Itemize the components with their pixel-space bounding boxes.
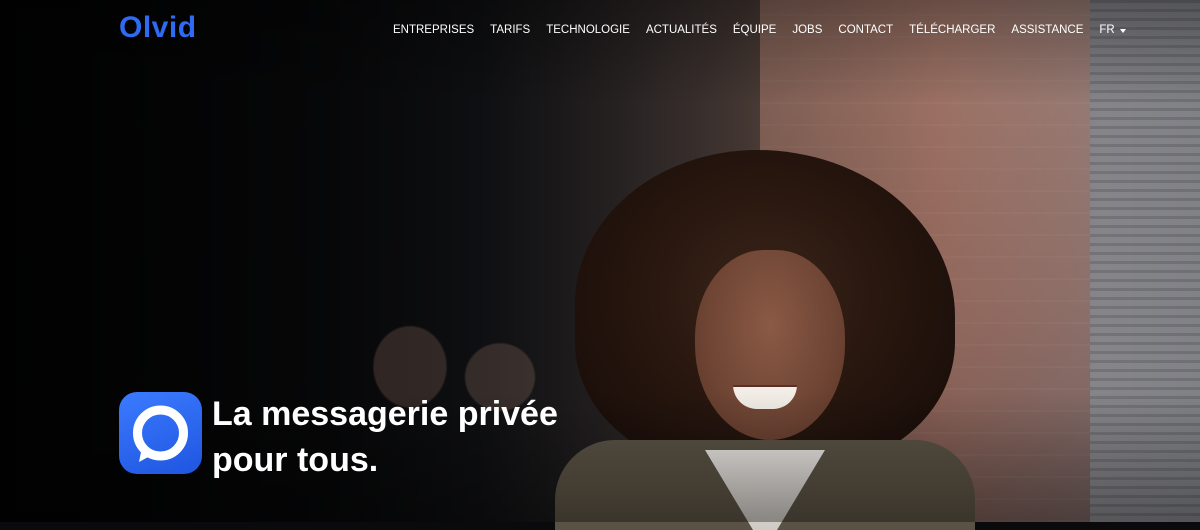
- olvid-app-icon: [119, 392, 202, 474]
- nav-contact[interactable]: CONTACT: [838, 24, 893, 36]
- hero-headline: La messagerie privée pour tous.: [212, 391, 558, 483]
- headline-line-2: pour tous.: [212, 441, 379, 479]
- nav-technologie[interactable]: TECHNOLOGIE: [546, 24, 630, 36]
- chevron-down-icon: [1119, 28, 1126, 33]
- nav-tarifs[interactable]: TARIFS: [490, 24, 530, 36]
- nav-jobs[interactable]: JOBS: [792, 24, 822, 36]
- main-nav: ENTREPRISES TARIFS TECHNOLOGIE ACTUALITÉ…: [393, 22, 1126, 38]
- language-label: FR: [1099, 24, 1115, 36]
- nav-entreprises[interactable]: ENTREPRISES: [393, 24, 474, 36]
- site-header: Olvid ENTREPRISES TARIFS TECHNOLOGIE ACT…: [0, 0, 1200, 60]
- nav-equipe[interactable]: ÉQUIPE: [733, 24, 776, 36]
- headline-line-1: La messagerie privée: [212, 395, 558, 433]
- nav-telecharger[interactable]: TÉLÉCHARGER: [909, 24, 995, 36]
- logo[interactable]: Olvid: [119, 11, 197, 45]
- chat-bubble-icon: [133, 405, 188, 462]
- nav-actualites[interactable]: ACTUALITÉS: [646, 24, 717, 36]
- language-selector[interactable]: FR: [1099, 24, 1126, 36]
- nav-assistance[interactable]: ASSISTANCE: [1011, 24, 1083, 36]
